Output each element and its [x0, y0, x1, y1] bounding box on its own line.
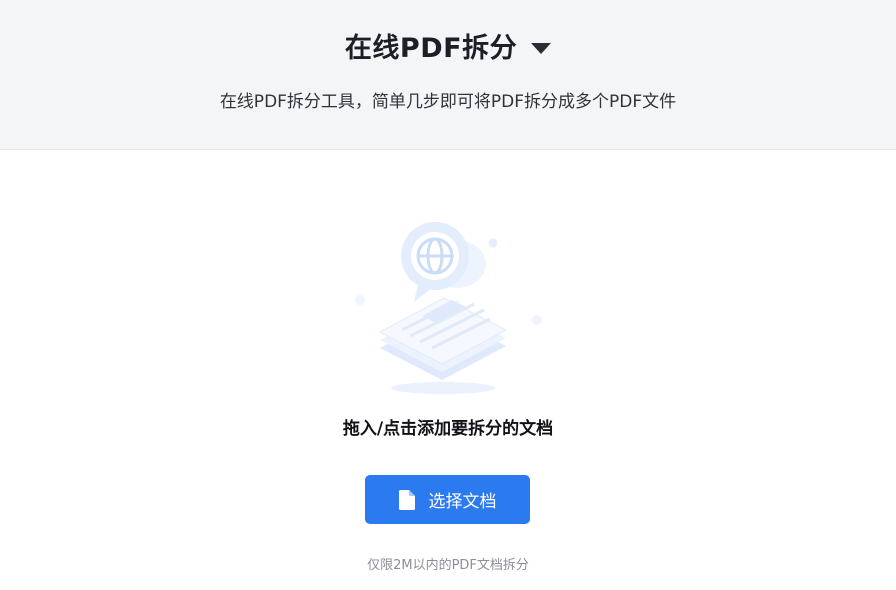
- file-size-limit-note: 仅限2M以内的PDF文档拆分: [367, 558, 529, 573]
- page-header: 在线PDF拆分 在线PDF拆分工具，简单几步即可将PDF拆分成多个PDF文件: [0, 0, 896, 150]
- upload-area[interactable]: 拖入/点击添加要拆分的文档 选择文档 仅限2M以内的PDF文档拆分: [0, 150, 896, 590]
- choose-document-button[interactable]: 选择文档: [365, 475, 530, 524]
- choose-document-label: 选择文档: [428, 492, 497, 512]
- title-row: 在线PDF拆分: [0, 26, 896, 65]
- document-globe-illustration: [355, 222, 542, 394]
- caret-down-icon[interactable]: [531, 43, 552, 54]
- file-icon: [398, 489, 415, 510]
- page-subtitle: 在线PDF拆分工具，简单几步即可将PDF拆分成多个PDF文件: [219, 92, 677, 112]
- drop-instruction: 拖入/点击添加要拆分的文档: [342, 419, 554, 439]
- page-title: 在线PDF拆分: [344, 33, 518, 64]
